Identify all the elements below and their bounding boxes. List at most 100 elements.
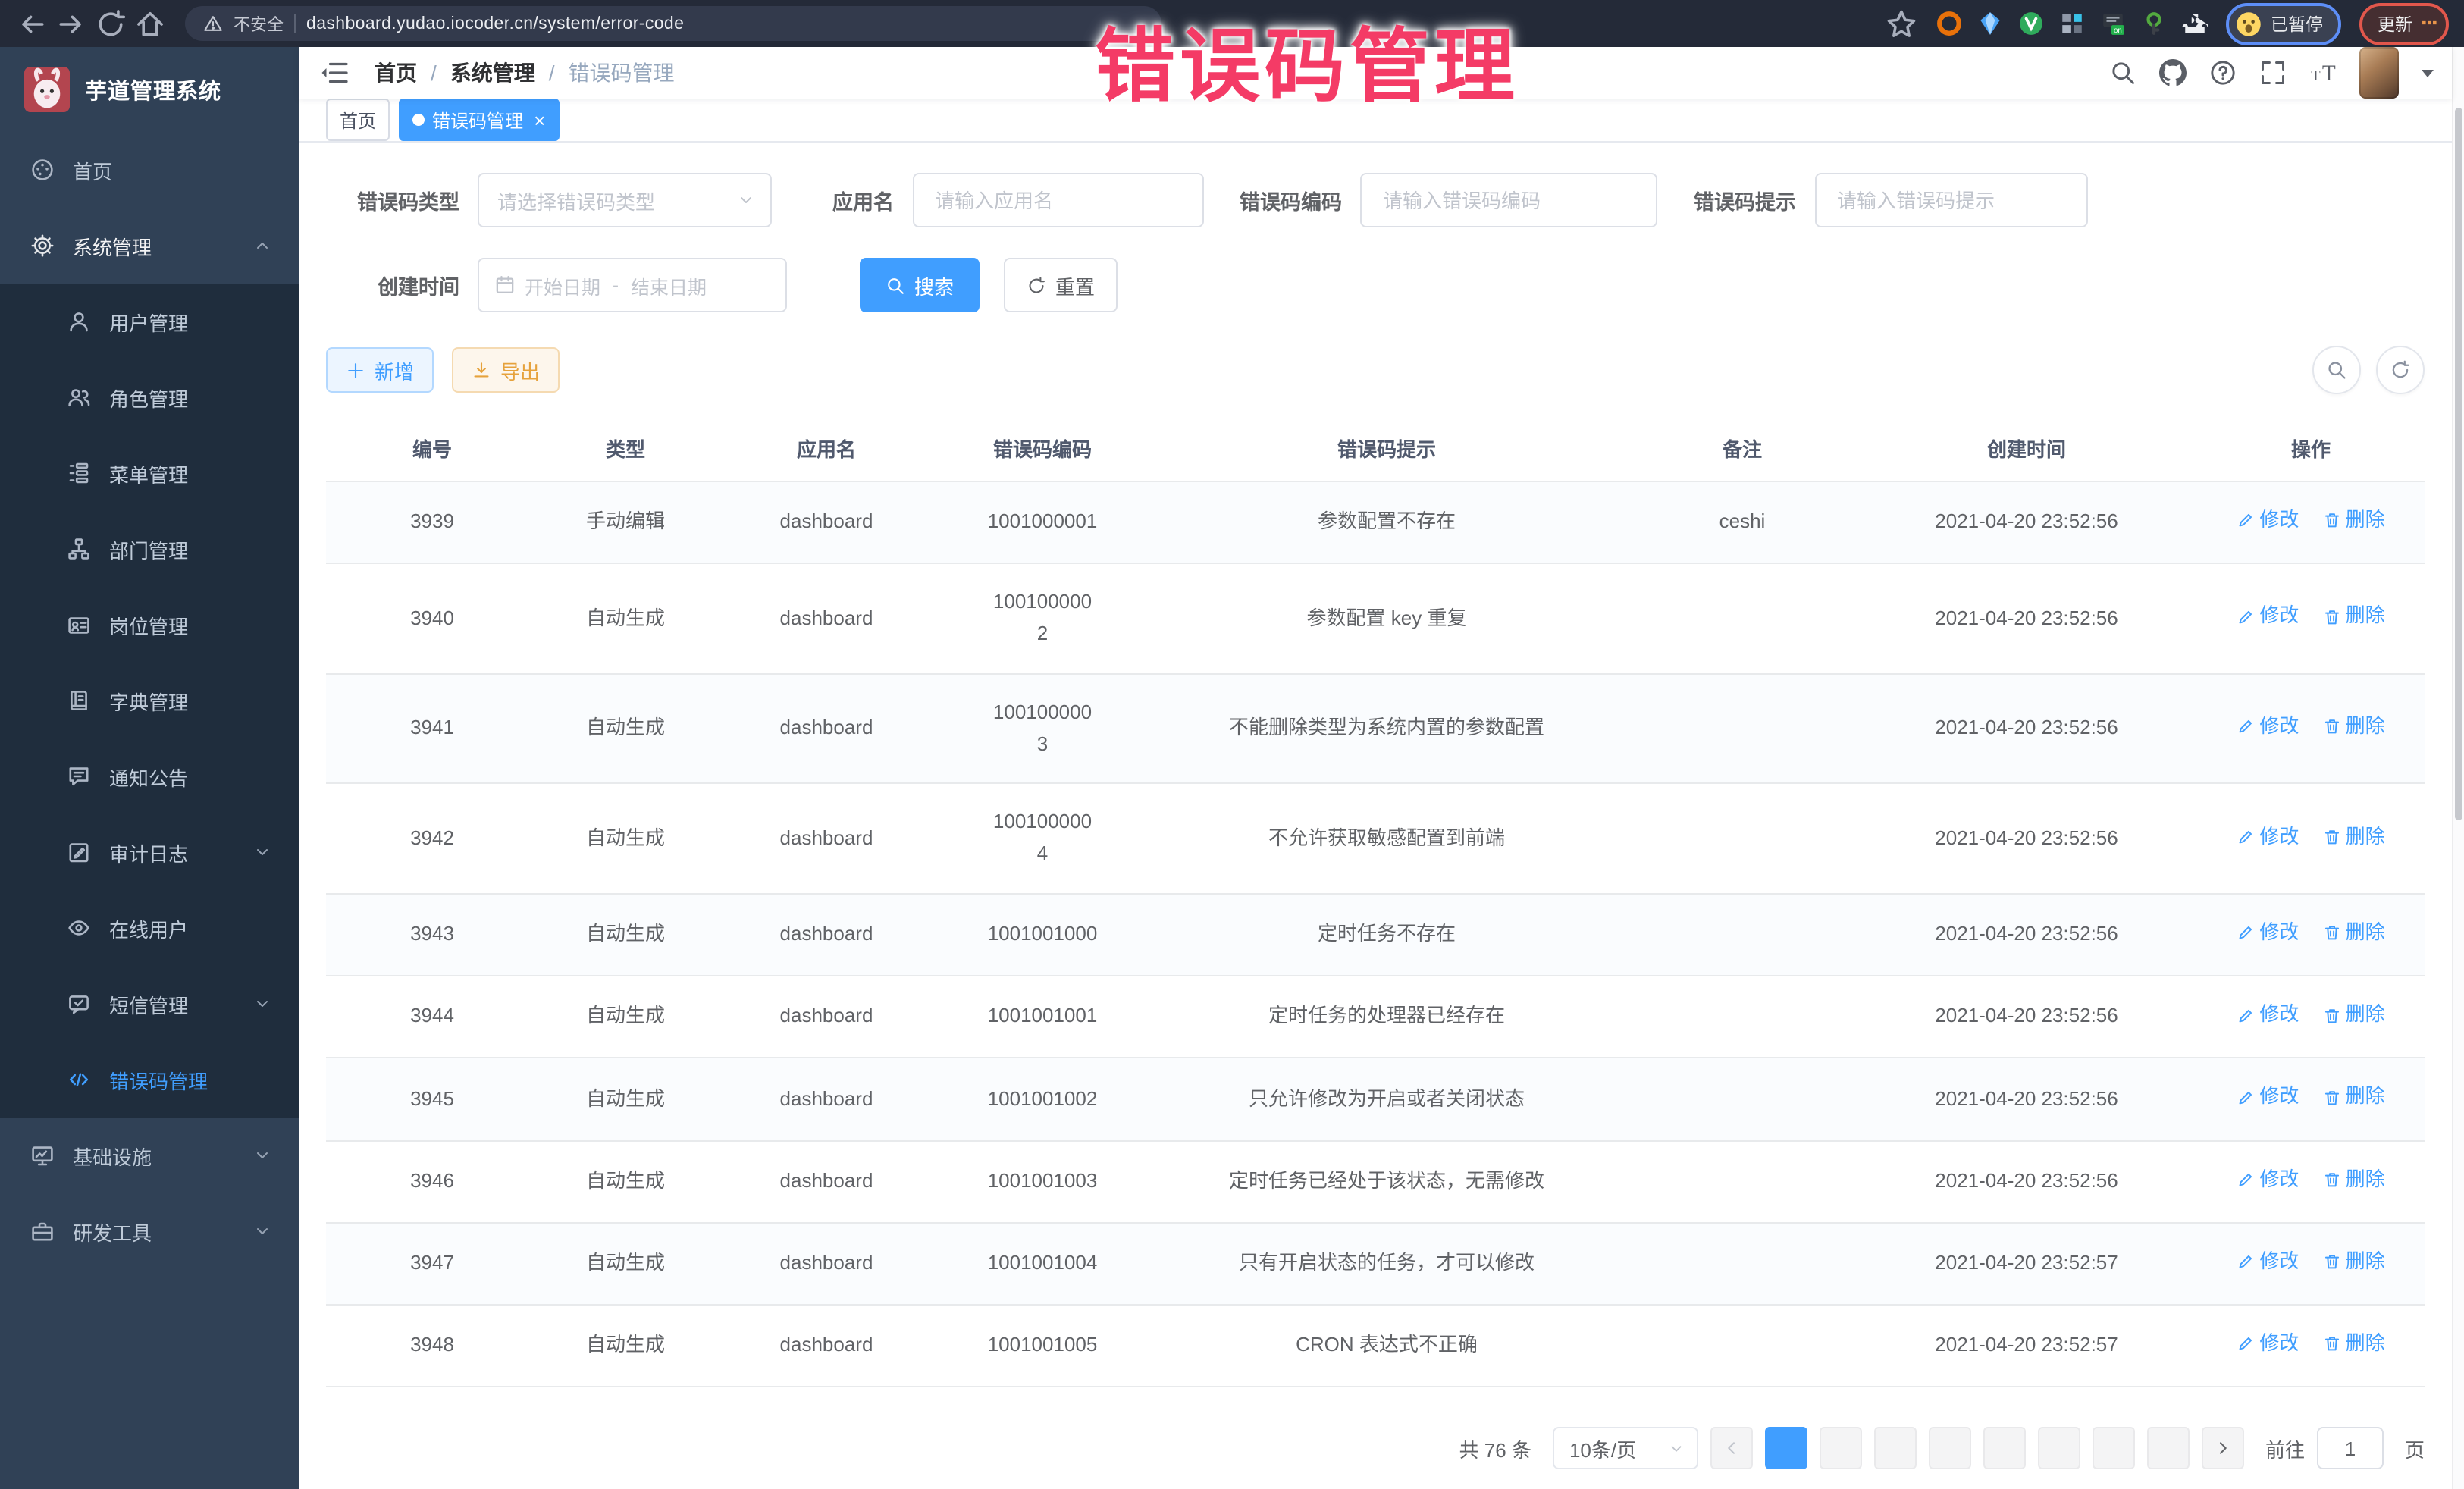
delete-link[interactable]: 删除 [2323,1082,2385,1114]
edit-link[interactable]: 修改 [2237,505,2299,537]
page-button[interactable] [2038,1427,2080,1469]
sidebar-item[interactable]: 用户管理 [0,284,299,359]
search-icon[interactable] [2109,59,2136,86]
goto-page-input[interactable] [2317,1427,2384,1469]
extension-gem-icon[interactable] [1977,11,2002,36]
prev-page-button[interactable] [1710,1427,1753,1469]
edit-link[interactable]: 修改 [2237,601,2299,633]
browser-scrollbar[interactable] [2452,47,2464,1489]
sidebar-item[interactable]: 基础设施 [0,1118,299,1193]
fullscreen-icon[interactable] [2259,59,2287,86]
page-button[interactable] [1983,1427,2026,1469]
toggle-search-button[interactable] [2312,346,2361,394]
sidebar-collapse-icon[interactable] [320,58,350,88]
sidebar-item[interactable]: 部门管理 [0,511,299,587]
extension-key-icon[interactable] [2140,11,2166,36]
delete-link[interactable]: 删除 [2323,821,2385,853]
breadcrumb-system[interactable]: 系统管理 [450,58,535,88]
end-date-placeholder[interactable]: 结束日期 [631,271,707,299]
page-button[interactable] [1874,1427,1917,1469]
tab[interactable]: 错误码管理 × [399,99,559,141]
page-button[interactable] [2147,1427,2190,1469]
next-page-button[interactable] [2202,1427,2244,1469]
delete-link[interactable]: 删除 [2323,1328,2385,1360]
edit-link[interactable]: 修改 [2237,1246,2299,1277]
sidebar-item[interactable]: 在线用户 [0,890,299,966]
user-avatar[interactable] [2359,47,2399,99]
app-logo[interactable]: 芋道管理系统 [0,47,299,132]
sidebar-item[interactable]: 角色管理 [0,359,299,435]
edit-link[interactable]: 修改 [2237,1328,2299,1360]
start-date-placeholder[interactable]: 开始日期 [525,271,600,299]
tab-label: 错误码管理 [432,107,523,133]
search-button[interactable]: 搜索 [860,258,980,312]
extension-green-icon[interactable] [2017,11,2043,36]
cell-code: 1001000003 [940,675,1145,783]
sidebar-item[interactable]: 首页 [0,132,299,208]
error-code-table: 编号 类型 应用名 错误码编码 错误码提示 备注 创建时间 操作 3939 [326,415,2425,1387]
github-icon[interactable] [2159,59,2187,86]
tab[interactable]: 首页 [326,99,390,141]
error-code-input[interactable] [1380,187,1638,213]
edit-link[interactable]: 修改 [2237,821,2299,853]
sidebar-item[interactable]: 错误码管理 [0,1042,299,1118]
refresh-table-button[interactable] [2376,346,2425,394]
cell-type: 自动生成 [538,1061,713,1138]
edit-link[interactable]: 修改 [2237,1082,2299,1114]
page-button[interactable] [1929,1427,1971,1469]
menu-dots-icon[interactable]: ⋮ [2422,14,2437,33]
add-button[interactable]: 新增 [326,347,434,393]
breadcrumb-home[interactable]: 首页 [375,58,417,88]
sidebar-item[interactable]: 短信管理 [0,966,299,1042]
sidebar-item[interactable]: 通知公告 [0,738,299,814]
delete-link[interactable]: 删除 [2323,601,2385,633]
edit-link[interactable]: 修改 [2237,999,2299,1031]
page-button[interactable] [2093,1427,2135,1469]
avatar-caret-down-icon[interactable] [2422,69,2434,77]
browser-update-chip[interactable]: 更新 ⋮ [2359,2,2449,45]
extension-switch-icon[interactable]: on [2099,11,2125,36]
delete-link[interactable]: 删除 [2323,1164,2385,1196]
scrollbar-thumb[interactable] [2455,108,2462,820]
sidebar-item[interactable]: 系统管理 [0,208,299,284]
back-icon[interactable] [15,7,49,40]
reload-icon[interactable] [94,7,127,40]
home-icon[interactable] [133,7,167,40]
sidebar-item[interactable]: 审计日志 [0,814,299,890]
page-button[interactable] [1765,1427,1807,1469]
date-range-picker[interactable]: 开始日期 - 结束日期 [478,258,787,312]
cell-actions: 修改 删除 [2197,976,2425,1057]
app-name-input[interactable] [932,187,1183,213]
export-button[interactable]: 导出 [452,347,560,393]
edit-link[interactable]: 修改 [2237,917,2299,949]
edit-link[interactable]: 修改 [2237,711,2299,743]
profile-sync-paused-pill[interactable]: 已暂停 [2225,2,2341,45]
extension-orange-icon[interactable] [1936,11,1961,36]
page-size-select[interactable]: 10条/页 [1553,1427,1698,1469]
extension-grid-icon[interactable] [2058,11,2084,36]
font-size-icon[interactable]: TT [2309,59,2337,86]
delete-link[interactable]: 删除 [2323,1246,2385,1277]
help-icon[interactable] [2209,59,2237,86]
delete-link[interactable]: 删除 [2323,999,2385,1031]
error-type-select[interactable]: 请选择错误码类型 [478,173,772,227]
sidebar-item[interactable]: 菜单管理 [0,435,299,511]
sidebar-item[interactable]: 字典管理 [0,663,299,738]
security-label[interactable]: 不安全 [234,11,284,36]
reset-button[interactable]: 重置 [1004,258,1118,312]
url-bar[interactable]: 不安全 dashboard.yudao.iocoder.cn/system/er… [185,6,1161,41]
forward-icon[interactable] [55,7,88,40]
delete-link[interactable]: 删除 [2323,917,2385,949]
sidebar-item[interactable]: 研发工具 [0,1193,299,1269]
extension-puzzle-icon[interactable] [2181,11,2207,36]
page-button[interactable] [1820,1427,1862,1469]
delete-link[interactable]: 删除 [2323,711,2385,743]
error-msg-input[interactable] [1834,187,2067,213]
cell-app: dashboard [713,896,940,973]
delete-link[interactable]: 删除 [2323,505,2385,537]
cell-type: 自动生成 [538,1143,713,1220]
edit-link[interactable]: 修改 [2237,1164,2299,1196]
sidebar-item[interactable]: 岗位管理 [0,587,299,663]
bookmark-star-icon[interactable] [1884,7,1917,40]
close-icon[interactable]: × [534,110,545,130]
